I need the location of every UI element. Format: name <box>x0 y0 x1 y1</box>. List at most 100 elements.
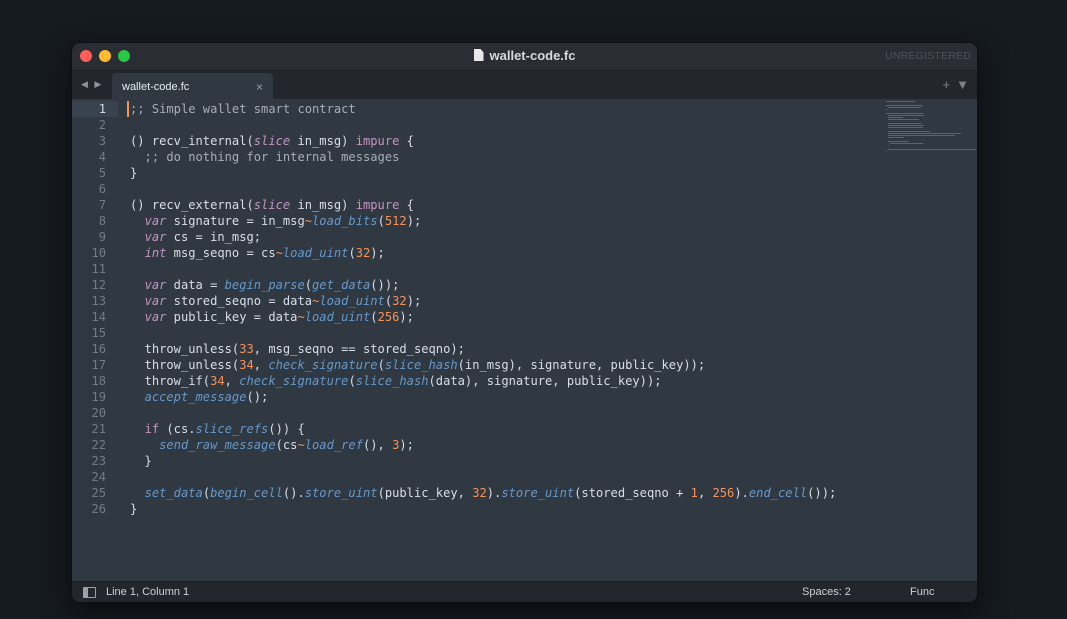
code-line[interactable]: 6 <box>72 181 977 197</box>
code-text: var signature = in_msg~load_bits(512); <box>144 214 422 228</box>
code-line[interactable]: 24 <box>72 469 977 485</box>
code-text: throw_unless(33, msg_seqno == stored_seq… <box>130 342 465 356</box>
code-line[interactable]: 22 send_raw_message(cs~load_ref(), 3); <box>72 437 977 453</box>
code-line[interactable]: 10 int msg_seqno = cs~load_uint(32); <box>72 245 977 261</box>
code-line[interactable]: 12 var data = begin_parse(get_data()); <box>72 277 977 293</box>
code-line[interactable]: 21 if (cs.slice_refs()) { <box>72 421 977 437</box>
code-line[interactable]: 20 <box>72 405 977 421</box>
cursor-position[interactable]: Line 1, Column 1 <box>106 586 189 598</box>
code-line[interactable]: 25 set_data(begin_cell().store_uint(publ… <box>72 485 977 501</box>
tab-tools: + ▼ <box>937 77 969 92</box>
code-line[interactable]: 16 throw_unless(33, msg_seqno == stored_… <box>72 341 977 357</box>
code-line[interactable]: 14 var public_key = data~load_uint(256); <box>72 309 977 325</box>
code-text: if (cs.slice_refs()) { <box>144 422 305 436</box>
code-line[interactable]: 26} <box>72 501 977 517</box>
line-number: 18 <box>91 374 106 388</box>
line-number: 24 <box>91 470 106 484</box>
tab-bar: ◀ ▶ wallet-code.fc × + ▼ <box>72 71 977 99</box>
unregistered-label: UNREGISTERED <box>885 50 971 62</box>
tab-wallet-code[interactable]: wallet-code.fc × <box>112 73 273 99</box>
code-text: ;; Simple wallet smart contract <box>130 102 356 116</box>
minimap[interactable] <box>886 101 976 152</box>
editor-window: wallet-code.fc UNREGISTERED ◀ ▶ wallet-c… <box>72 43 977 602</box>
code-line[interactable]: 4 ;; do nothing for internal messages <box>72 149 977 165</box>
sidebar-toggle-icon[interactable] <box>83 587 96 598</box>
line-number: 15 <box>91 326 106 340</box>
code-line[interactable]: 23 } <box>72 453 977 469</box>
code-text: throw_unless(34, check_signature(slice_h… <box>130 358 706 372</box>
code-line[interactable]: 18 throw_if(34, check_signature(slice_ha… <box>72 373 977 389</box>
code-text: throw_if(34, check_signature(slice_hash(… <box>130 374 662 388</box>
minimap-line <box>887 125 924 126</box>
status-bar: Line 1, Column 1 Spaces: 2 Func <box>72 581 977 602</box>
code-text: () recv_external(slice in_msg) impure { <box>130 198 414 212</box>
window-title-text: wallet-code.fc <box>489 48 576 63</box>
line-number: 20 <box>91 406 106 420</box>
minimap-line <box>886 151 887 152</box>
code-text: set_data(begin_cell().store_uint(public_… <box>144 486 837 500</box>
indentation-setting[interactable]: Spaces: 2 <box>802 586 851 598</box>
line-number: 7 <box>98 198 106 212</box>
minimap-line <box>887 119 920 120</box>
line-number: 2 <box>98 118 106 132</box>
minimap-line <box>887 131 930 132</box>
line-number: 1 <box>98 102 106 116</box>
minimap-line <box>887 149 976 150</box>
minimap-line <box>886 113 924 114</box>
line-number: 13 <box>91 294 106 308</box>
new-tab-icon[interactable]: + <box>943 77 951 92</box>
code-line[interactable]: 11 <box>72 261 977 277</box>
code-text: accept_message(); <box>144 390 269 404</box>
line-number: 22 <box>91 438 106 452</box>
minimap-line <box>886 109 887 110</box>
minimap-line <box>887 141 909 142</box>
line-number: 21 <box>91 422 106 436</box>
minimap-line <box>887 123 922 124</box>
tab-label: wallet-code.fc <box>122 81 190 93</box>
line-number: 4 <box>98 150 106 164</box>
minimap-line <box>887 145 889 146</box>
code-line[interactable]: 13 var stored_seqno = data~load_uint(32)… <box>72 293 977 309</box>
code-text: () recv_internal(slice in_msg) impure { <box>130 134 414 148</box>
minimap-line <box>887 107 922 108</box>
code-text: var cs = in_msg; <box>144 230 262 244</box>
code-line[interactable]: 8 var signature = in_msg~load_bits(512); <box>72 213 977 229</box>
syntax-mode[interactable]: Func <box>910 586 934 598</box>
code-text: } <box>130 502 138 516</box>
text-cursor <box>127 101 129 117</box>
line-number: 6 <box>98 182 106 196</box>
line-number: 3 <box>98 134 106 148</box>
line-number: 23 <box>91 454 106 468</box>
minimap-line <box>887 127 924 128</box>
line-number: 17 <box>91 358 106 372</box>
minimap-line <box>889 143 924 144</box>
code-line[interactable]: 17 throw_unless(34, check_signature(slic… <box>72 357 977 373</box>
code-line[interactable]: 3 () recv_internal(slice in_msg) impure { <box>72 133 977 149</box>
line-number: 9 <box>98 230 106 244</box>
code-line[interactable]: 5} <box>72 165 977 181</box>
code-editor[interactable]: 1;; Simple wallet smart contract 2 3() rec… <box>72 99 977 581</box>
minimap-line <box>887 115 924 116</box>
minimap-line <box>887 135 956 136</box>
code-line[interactable]: 2 <box>72 117 977 133</box>
tab-nav-arrows-icon[interactable]: ◀ ▶ <box>81 79 103 90</box>
line-number: 12 <box>91 278 106 292</box>
code-text: send_raw_message(cs~load_ref(), 3); <box>159 438 414 452</box>
code-line[interactable]: 7 () recv_external(slice in_msg) impure { <box>72 197 977 213</box>
code-text: var public_key = data~load_uint(256); <box>144 310 414 324</box>
line-number: 26 <box>91 502 106 516</box>
window-title: wallet-code.fc <box>72 48 977 63</box>
code-line[interactable]: 19 accept_message(); <box>72 389 977 405</box>
line-number: 16 <box>91 342 106 356</box>
tab-menu-icon[interactable]: ▼ <box>956 77 969 92</box>
minimap-line <box>886 105 924 106</box>
code-line[interactable]: 9 var cs = in_msg; <box>72 229 977 245</box>
tab-close-icon[interactable]: × <box>256 80 263 94</box>
code-line[interactable]: 15 <box>72 325 977 341</box>
code-text: ;; do nothing for internal messages <box>130 150 400 164</box>
code-line[interactable]: 1 ;; Simple wallet smart contract <box>72 101 977 117</box>
code-text: } <box>130 166 138 180</box>
line-number: 8 <box>98 214 106 228</box>
code-text: var stored_seqno = data~load_uint(32); <box>144 294 422 308</box>
code-text: } <box>130 454 152 468</box>
